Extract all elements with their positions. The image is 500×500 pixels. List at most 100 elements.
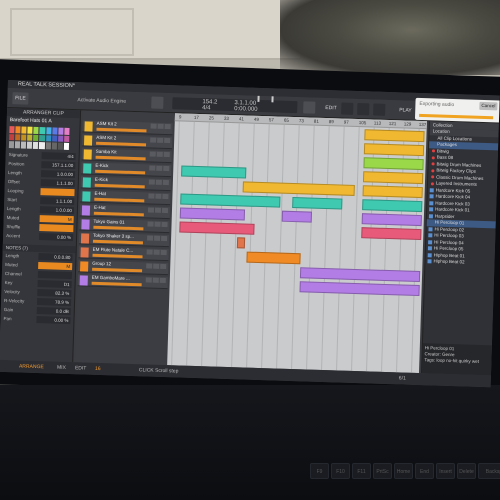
arranger-clip[interactable] bbox=[179, 207, 246, 221]
inspector-value[interactable]: 1.0.0.00 bbox=[40, 170, 76, 179]
track-arm-button[interactable] bbox=[160, 263, 167, 270]
color-palette[interactable] bbox=[8, 126, 70, 150]
arranger-clip[interactable] bbox=[299, 281, 420, 297]
track-solo-button[interactable] bbox=[157, 137, 164, 143]
inspector-value[interactable]: 1.1.1.00 bbox=[40, 197, 75, 206]
track-arm-button[interactable] bbox=[161, 207, 169, 214]
inspector-value[interactable]: D1 bbox=[37, 280, 72, 289]
track-mute-button[interactable] bbox=[146, 263, 153, 269]
arranger-clip[interactable] bbox=[362, 171, 424, 185]
track-volume-slider[interactable] bbox=[94, 197, 145, 203]
track-solo-button[interactable] bbox=[157, 123, 164, 129]
inspector-value[interactable]: 0.00 % bbox=[38, 233, 74, 242]
arranger-clip[interactable] bbox=[181, 165, 247, 179]
arranger-clip[interactable] bbox=[242, 181, 355, 196]
track-mute-button[interactable] bbox=[148, 193, 155, 199]
track-header[interactable]: E-Kick bbox=[80, 176, 171, 192]
track-arm-button[interactable] bbox=[160, 249, 167, 256]
inspector-value[interactable]: 157.1.1.00 bbox=[41, 161, 76, 170]
cancel-button[interactable]: Cancel bbox=[479, 101, 498, 111]
track-arm-button[interactable] bbox=[161, 235, 168, 242]
track-volume-slider[interactable] bbox=[96, 141, 147, 147]
arranger-clip[interactable] bbox=[361, 213, 422, 227]
track-volume-slider[interactable] bbox=[92, 253, 143, 259]
play-label[interactable]: PLAY bbox=[399, 104, 412, 116]
redo-icon[interactable] bbox=[357, 102, 370, 116]
inspector-value[interactable]: 0.0 dB bbox=[36, 307, 71, 316]
zoom-value[interactable]: 16 bbox=[95, 365, 101, 373]
track-arm-button[interactable] bbox=[162, 179, 169, 186]
track-mute-button[interactable] bbox=[146, 249, 153, 255]
track-arm-button[interactable] bbox=[163, 151, 170, 158]
track-volume-slider[interactable] bbox=[95, 155, 146, 161]
track-solo-button[interactable] bbox=[155, 193, 162, 199]
arranger-clip[interactable] bbox=[179, 221, 255, 235]
track-mute-button[interactable] bbox=[148, 179, 155, 185]
track-solo-button[interactable] bbox=[154, 221, 161, 227]
track-arm-button[interactable] bbox=[161, 221, 168, 228]
file-button[interactable]: FILE bbox=[12, 92, 29, 105]
track-header[interactable]: Samba Kit bbox=[81, 148, 172, 164]
track-volume-slider[interactable] bbox=[96, 127, 147, 133]
track-volume-slider[interactable] bbox=[92, 267, 143, 273]
track-mute-button[interactable] bbox=[147, 235, 154, 241]
arranger-clip[interactable] bbox=[299, 267, 421, 283]
track-solo-button[interactable] bbox=[155, 179, 162, 185]
arranger-clip[interactable] bbox=[364, 129, 425, 143]
clip-name[interactable]: Barefoot Hats 01 A bbox=[7, 116, 80, 126]
inspector-value[interactable]: M bbox=[38, 262, 73, 271]
inspector-value[interactable]: M bbox=[39, 215, 74, 224]
inspector-value[interactable] bbox=[40, 188, 75, 197]
arranger-clip[interactable] bbox=[236, 237, 246, 249]
track-mute-button[interactable] bbox=[147, 221, 154, 227]
track-header[interactable]: E-Hat bbox=[80, 190, 171, 206]
arranger-clip[interactable] bbox=[246, 251, 301, 265]
arranger-timeline[interactable]: 9 17 25 33 41 49 57 65 73 81 89 97 105 113 121 129 137 bbox=[167, 113, 427, 374]
track-volume-slider[interactable] bbox=[93, 211, 144, 217]
arranger-clip[interactable] bbox=[362, 199, 423, 213]
track-solo-button[interactable] bbox=[156, 151, 163, 157]
track-solo-button[interactable] bbox=[154, 207, 162, 213]
browser-item[interactable]: Hiphop Beat 02 bbox=[425, 258, 494, 267]
arranger-clip[interactable] bbox=[363, 157, 424, 171]
arranger-clip[interactable] bbox=[361, 227, 422, 241]
track-volume-slider[interactable] bbox=[93, 225, 144, 231]
track-header[interactable]: Tokyo Shaker 3 sp... bbox=[78, 232, 170, 248]
arranger-clip[interactable] bbox=[292, 196, 343, 210]
arranger-clip[interactable] bbox=[281, 210, 313, 223]
track-mute-button[interactable] bbox=[149, 151, 156, 157]
track-header[interactable]: EM Flute Natale C... bbox=[78, 246, 169, 262]
inspector-value[interactable] bbox=[39, 224, 74, 233]
undo-icon[interactable] bbox=[341, 102, 354, 115]
arranger-clip[interactable] bbox=[180, 193, 281, 208]
track-header[interactable]: E-Hat bbox=[79, 204, 171, 220]
inspector-value[interactable]: 1.1.1.00 bbox=[40, 179, 75, 188]
track-arm-button[interactable] bbox=[159, 277, 166, 284]
track-header[interactable]: Tokyo Gains 01 bbox=[79, 218, 170, 234]
track-arm-button[interactable] bbox=[164, 137, 171, 144]
inspector-value[interactable]: 0.00 % bbox=[36, 316, 71, 325]
tab-edit[interactable]: EDIT bbox=[75, 364, 87, 372]
pointer-tool-icon[interactable] bbox=[373, 103, 386, 116]
edit-label[interactable]: EDIT bbox=[325, 102, 337, 114]
arranger-clip[interactable] bbox=[363, 143, 425, 157]
inspector-value[interactable]: 0.0.0.80 bbox=[38, 253, 73, 262]
track-mute-button[interactable] bbox=[147, 207, 155, 213]
activate-audio-engine-button[interactable]: Activate Audio Engine bbox=[77, 94, 147, 108]
track-volume-slider[interactable] bbox=[91, 281, 142, 287]
track-mute-button[interactable] bbox=[145, 277, 152, 283]
track-mute-button[interactable] bbox=[150, 137, 157, 143]
track-solo-button[interactable] bbox=[153, 263, 160, 269]
track-solo-button[interactable] bbox=[156, 165, 163, 171]
track-arm-button[interactable] bbox=[162, 193, 169, 200]
track-mute-button[interactable] bbox=[150, 123, 157, 129]
tab-arrange[interactable]: ARRANGE bbox=[19, 362, 44, 371]
track-header[interactable]: EM GamboMare ... bbox=[77, 274, 168, 290]
track-solo-button[interactable] bbox=[154, 235, 161, 241]
track-header[interactable]: Group 12 bbox=[77, 260, 169, 276]
track-header[interactable]: ASM Kit 2 bbox=[81, 134, 173, 150]
track-solo-button[interactable] bbox=[153, 249, 160, 255]
inspector-value[interactable]: 78.9 % bbox=[36, 298, 72, 307]
track-header[interactable]: ASM Kit 2 bbox=[82, 120, 173, 136]
inspector-value[interactable]: 4/4 bbox=[41, 152, 76, 161]
